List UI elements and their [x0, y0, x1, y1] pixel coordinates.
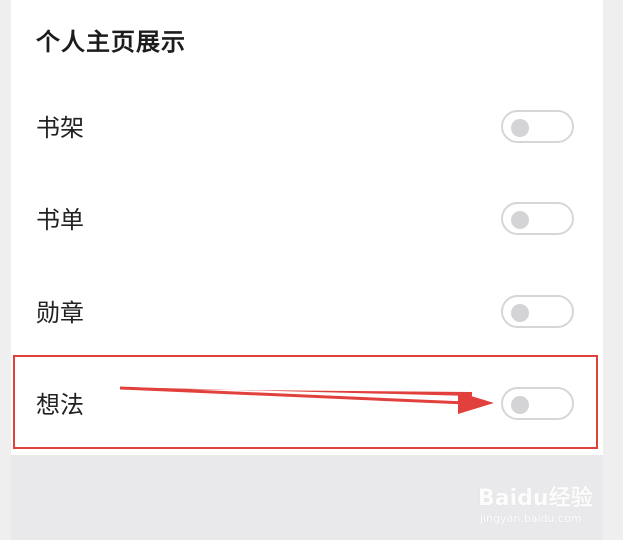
- watermark-logo: Baidu经验: [478, 486, 593, 511]
- toggle-knob: [511, 304, 529, 322]
- section-title: 个人主页展示: [36, 28, 186, 56]
- setting-label: 书单: [36, 206, 84, 234]
- watermark-url: jingyan.baidu.com: [480, 512, 582, 525]
- bookshelf-toggle[interactable]: [501, 110, 574, 143]
- highlight-annotation-box: [13, 355, 598, 449]
- toggle-knob: [511, 211, 529, 229]
- setting-row-bookshelf: 书架: [11, 93, 603, 163]
- booklist-toggle[interactable]: [501, 202, 574, 235]
- toggle-knob: [511, 119, 529, 137]
- medals-toggle[interactable]: [501, 295, 574, 328]
- setting-label: 勋章: [36, 299, 84, 327]
- setting-label: 书架: [36, 114, 84, 142]
- setting-row-medals: 勋章: [11, 278, 603, 348]
- setting-row-booklist: 书单: [11, 185, 603, 255]
